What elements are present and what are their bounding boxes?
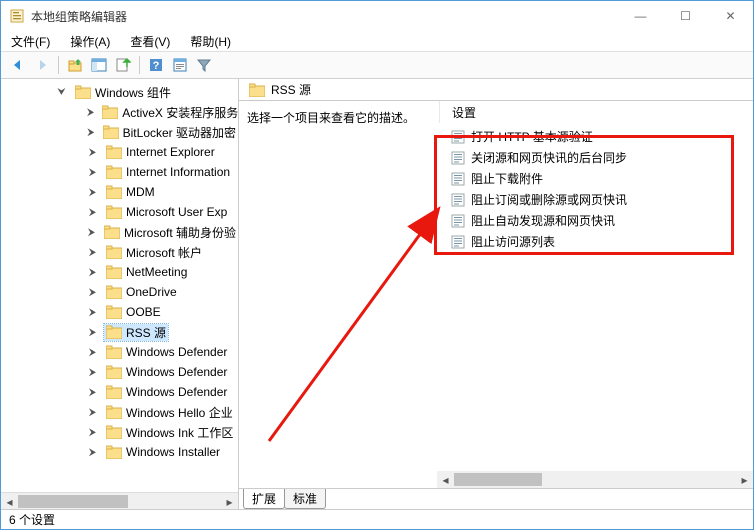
tree-item[interactable]: ⮞Microsoft User Exp [1,202,238,222]
tree-hscrollbar[interactable]: ◂ ▸ [1,492,238,509]
tree-item[interactable]: ⮞OneDrive [1,282,238,302]
expand-icon[interactable]: ⮞ [87,227,96,238]
settings-list[interactable]: 打开 HTTP 基本源验证关闭源和网页快讯的后台同步阻止下载附件阻止订阅或删除源… [439,123,753,252]
tree-view[interactable]: ⮟Windows 组件⮞ActiveX 安装程序服务⮞BitLocker 驱动器… [1,79,238,492]
tree-item[interactable]: ⮞Internet Information [1,162,238,182]
tree-item[interactable]: ⮞Windows Defender [1,362,238,382]
status-bar: 6 个设置 [1,509,753,529]
scroll-right-button[interactable]: ▸ [221,493,238,510]
detail-header: RSS 源 [239,79,753,101]
tree-item[interactable]: ⮞NetMeeting [1,262,238,282]
tree-item[interactable]: ⮞RSS 源 [1,322,238,342]
expand-icon[interactable]: ⮞ [87,407,98,418]
detail-prompt: 选择一个项目来查看它的描述。 [247,109,447,126]
collapse-icon[interactable]: ⮟ [56,87,67,98]
app-window: 本地组策略编辑器 — ☐ ✕ 文件(F) 操作(A) 查看(V) 帮助(H) ?… [0,0,754,530]
tree-item[interactable]: ⮞Windows Installer [1,442,238,462]
window-title: 本地组策略编辑器 [31,8,618,25]
tree-pane: ⮟Windows 组件⮞ActiveX 安装程序服务⮞BitLocker 驱动器… [1,79,239,509]
help-button[interactable]: ? [145,54,167,76]
expand-icon[interactable]: ⮞ [87,367,98,378]
tree-item[interactable]: ⮞Microsoft 辅助身份验 [1,222,238,242]
settings-column-header[interactable]: 设置 [439,101,753,123]
svg-text:?: ? [153,60,160,72]
expand-icon[interactable]: ⮞ [87,287,98,298]
scroll-left-button[interactable]: ◂ [437,471,454,488]
toolbar: ? [1,51,753,79]
setting-item[interactable]: 阻止下载附件 [451,168,753,189]
arrow-annotation [249,201,469,451]
setting-item[interactable]: 打开 HTTP 基本源验证 [451,126,753,147]
expand-icon[interactable]: ⮞ [87,187,98,198]
tree-item[interactable]: ⮞Windows Hello 企业 [1,402,238,422]
up-button[interactable] [64,54,86,76]
tree-item[interactable]: ⮞Windows Ink 工作区 [1,422,238,442]
properties-button[interactable] [169,54,191,76]
expand-icon[interactable]: ⮞ [87,327,98,338]
expand-icon[interactable]: ⮞ [87,427,98,438]
tree-parent-windows-components[interactable]: ⮟Windows 组件 [1,82,238,102]
expand-icon[interactable]: ⮞ [87,307,98,318]
setting-item[interactable]: 阻止自动发现源和网页快讯 [451,210,753,231]
detail-body: 选择一个项目来查看它的描述。 设置 打开 HTTP 基本源验证关闭源和网页快讯的… [239,101,753,489]
tab-standard[interactable]: 标准 [284,488,326,509]
maximize-button[interactable]: ☐ [663,1,708,31]
app-icon [9,8,25,24]
right-pane: RSS 源 选择一个项目来查看它的描述。 设置 打开 HTTP 基本源验证关闭源… [239,79,753,509]
tree-item[interactable]: ⮞ActiveX 安装程序服务 [1,102,238,122]
menu-file[interactable]: 文件(F) [7,32,54,51]
tree-item[interactable]: ⮞Microsoft 帐户 [1,242,238,262]
tree-item[interactable]: ⮞MDM [1,182,238,202]
expand-icon[interactable]: ⮞ [87,107,94,118]
body: ⮟Windows 组件⮞ActiveX 安装程序服务⮞BitLocker 驱动器… [1,79,753,509]
expand-icon[interactable]: ⮞ [87,447,98,458]
show-hide-tree-button[interactable] [88,54,110,76]
title-bar: 本地组策略编辑器 — ☐ ✕ [1,1,753,31]
export-button[interactable] [112,54,134,76]
tabs-row: 扩展 标准 [239,489,753,509]
tree-item[interactable]: ⮞Windows Defender [1,382,238,402]
expand-icon[interactable]: ⮞ [87,167,98,178]
tree-item[interactable]: ⮞OOBE [1,302,238,322]
tree-item[interactable]: ⮞Windows Defender [1,342,238,362]
hscroll-thumb[interactable] [18,495,128,508]
tab-extended[interactable]: 扩展 [243,488,285,509]
expand-icon[interactable]: ⮞ [87,387,98,398]
expand-icon[interactable]: ⮞ [87,267,98,278]
setting-item[interactable]: 关闭源和网页快讯的后台同步 [451,147,753,168]
setting-item[interactable]: 阻止订阅或删除源或网页快讯 [451,189,753,210]
expand-icon[interactable]: ⮞ [87,127,95,138]
hscroll-thumb[interactable] [454,473,542,486]
menu-view[interactable]: 查看(V) [126,32,174,51]
minimize-button[interactable]: — [618,1,663,31]
forward-button[interactable] [31,54,53,76]
expand-icon[interactable]: ⮞ [87,247,98,258]
status-text: 6 个设置 [9,511,55,528]
expand-icon[interactable]: ⮞ [87,347,98,358]
settings-column: 设置 打开 HTTP 基本源验证关闭源和网页快讯的后台同步阻止下载附件阻止订阅或… [439,101,753,471]
scroll-right-button[interactable]: ▸ [736,471,753,488]
menu-action[interactable]: 操作(A) [66,32,114,51]
window-controls: — ☐ ✕ [618,1,753,31]
close-button[interactable]: ✕ [708,1,753,31]
menu-help[interactable]: 帮助(H) [186,32,235,51]
expand-icon[interactable]: ⮞ [87,207,98,218]
tree-item[interactable]: ⮞Internet Explorer [1,142,238,162]
expand-icon[interactable]: ⮞ [87,147,98,158]
scroll-left-button[interactable]: ◂ [1,493,18,510]
tree-item[interactable]: ⮞BitLocker 驱动器加密 [1,122,238,142]
back-button[interactable] [7,54,29,76]
detail-hscrollbar[interactable]: ◂ ▸ [437,471,753,488]
setting-item[interactable]: 阻止访问源列表 [451,231,753,252]
menu-bar: 文件(F) 操作(A) 查看(V) 帮助(H) [1,31,753,51]
detail-title: RSS 源 [271,81,311,98]
folder-icon [249,83,265,97]
filter-button[interactable] [193,54,215,76]
